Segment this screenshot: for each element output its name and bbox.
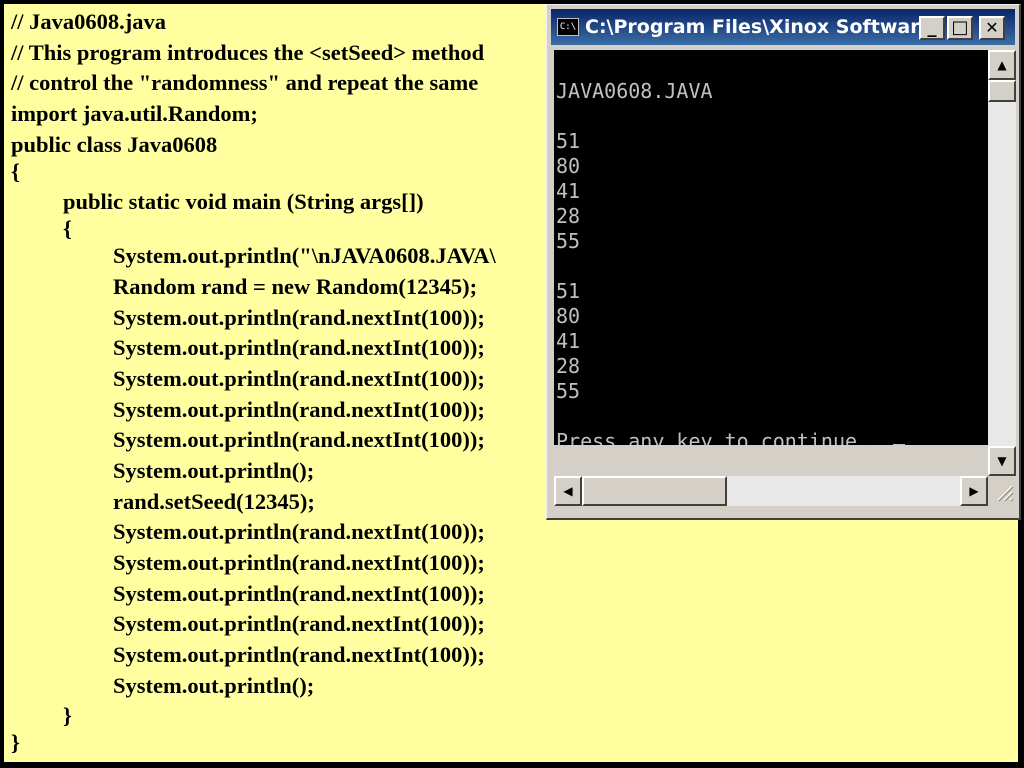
- vertical-scrollbar[interactable]: ▲ ▼: [988, 50, 1016, 476]
- code-line: // This program introduces the <setSeed>…: [11, 40, 485, 65]
- code-line: public class Java0608: [11, 132, 218, 157]
- code-line: {: [11, 159, 20, 184]
- resize-grip[interactable]: [988, 476, 1016, 506]
- output-line: 28: [556, 204, 581, 228]
- code-line: // control the "randomness" and repeat t…: [11, 70, 479, 95]
- code-line: System.out.println();: [113, 458, 315, 483]
- prompt-text: Press any key to continue...: [556, 429, 894, 445]
- text-cursor: [893, 444, 906, 445]
- horizontal-scroll-thumb[interactable]: [582, 476, 727, 506]
- code-line: // Java0608.java: [11, 9, 166, 34]
- code-line: }: [11, 730, 20, 755]
- resize-grip-icon: [997, 485, 1014, 502]
- close-button[interactable]: ✕: [979, 16, 1005, 40]
- code-line: System.out.println(rand.nextInt(100));: [113, 427, 485, 452]
- scroll-up-button[interactable]: ▲: [988, 50, 1016, 80]
- code-line: System.out.println(rand.nextInt(100));: [113, 550, 485, 575]
- output-line: 41: [556, 179, 581, 203]
- console-titlebar[interactable]: C:\ C:\Program Files\Xinox Software... _…: [551, 9, 1015, 45]
- code-line: rand.setSeed(12345);: [113, 489, 315, 514]
- code-line: System.out.println(rand.nextInt(100));: [113, 305, 485, 330]
- output-line: 80: [556, 304, 581, 328]
- code-line: System.out.println(rand.nextInt(100));: [113, 335, 485, 360]
- code-line: System.out.println(rand.nextInt(100));: [113, 366, 485, 391]
- output-line: 51: [556, 279, 581, 303]
- code-line: {: [63, 216, 72, 241]
- code-line: System.out.println(rand.nextInt(100));: [113, 397, 485, 422]
- output-line: 51: [556, 129, 581, 153]
- output-line: 80: [556, 154, 581, 178]
- maximize-button[interactable]: □: [947, 16, 973, 40]
- horizontal-scrollbar[interactable]: ◀ ▶: [554, 476, 988, 506]
- code-line: System.out.println();: [113, 673, 315, 698]
- code-line: public static void main (String args[]): [63, 189, 424, 214]
- code-line: System.out.println(rand.nextInt(100));: [113, 519, 485, 544]
- console-title: C:\Program Files\Xinox Software...: [585, 16, 925, 38]
- code-line: System.out.println(rand.nextInt(100));: [113, 611, 485, 636]
- output-line: 41: [556, 329, 581, 353]
- scroll-down-button[interactable]: ▼: [988, 446, 1016, 476]
- code-line: Random rand = new Random(12345);: [113, 274, 478, 299]
- code-line: System.out.println("\nJAVA0608.JAVA\: [113, 243, 496, 268]
- output-line: 55: [556, 379, 581, 403]
- scroll-left-button[interactable]: ◀: [554, 476, 582, 506]
- console-output-area[interactable]: JAVA0608.JAVA 51 80 41 28 55 51 80 41 28…: [554, 50, 988, 445]
- code-line: System.out.println(rand.nextInt(100));: [113, 642, 485, 667]
- minimize-button[interactable]: _: [919, 16, 945, 40]
- console-window: C:\ C:\Program Files\Xinox Software... _…: [546, 4, 1021, 520]
- code-line: System.out.println(rand.nextInt(100));: [113, 581, 485, 606]
- prompt-line: Press any key to continue...: [556, 429, 906, 445]
- console-icon[interactable]: C:\: [557, 18, 579, 36]
- output-line: 28: [556, 354, 581, 378]
- output-line: 55: [556, 229, 581, 253]
- vertical-scroll-thumb[interactable]: [988, 80, 1016, 102]
- scroll-right-button[interactable]: ▶: [960, 476, 988, 506]
- code-line: }: [63, 703, 72, 728]
- output-line: JAVA0608.JAVA: [556, 79, 713, 103]
- code-line: import java.util.Random;: [11, 101, 258, 126]
